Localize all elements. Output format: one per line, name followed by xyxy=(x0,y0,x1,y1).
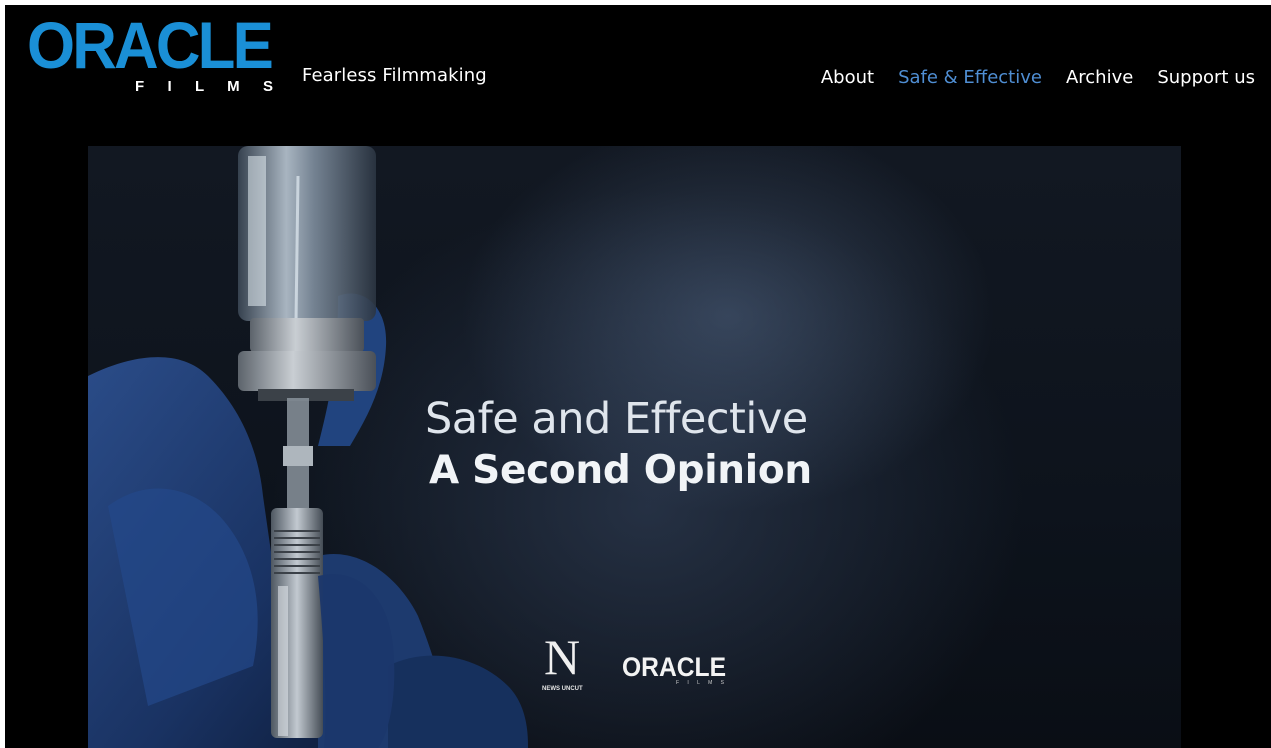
main-nav: About Safe & Effective Archive Support u… xyxy=(797,67,1255,89)
hero-banner[interactable]: Safe and Effective A Second Opinion N NE… xyxy=(88,146,1181,748)
oracle-films-logo-graphic: ORACLE F I L M S xyxy=(27,13,275,95)
site-tagline: Fearless Filmmaking xyxy=(302,65,487,86)
oracle-films-logo[interactable]: ORACLE F I L M S xyxy=(27,13,277,95)
hero-title-line2: A Second Opinion xyxy=(429,448,812,493)
oracle-small-wordmark: ORACLE xyxy=(622,652,726,682)
news-uncut-logo: N NEWS UNCUT xyxy=(542,629,583,692)
nav-item-safe-effective[interactable]: Safe & Effective xyxy=(874,67,1042,89)
nav-item-about[interactable]: About xyxy=(797,67,874,89)
partner-logos-graphic: N NEWS UNCUT ORACLE FILMS xyxy=(542,629,726,692)
nav-item-support-us[interactable]: Support us xyxy=(1133,67,1255,89)
partner-logos: N NEWS UNCUT ORACLE FILMS xyxy=(542,624,742,694)
news-uncut-mark: N xyxy=(544,629,580,685)
logo-wordmark: ORACLE xyxy=(27,13,272,82)
news-uncut-text: NEWS UNCUT xyxy=(542,686,583,692)
site-container: ORACLE F I L M S Fearless Filmmaking Abo… xyxy=(5,5,1271,748)
hero-title-line1: Safe and Effective xyxy=(425,394,808,444)
page: ORACLE F I L M S Fearless Filmmaking Abo… xyxy=(0,0,1271,748)
oracle-films-small-logo: ORACLE FILMS xyxy=(622,652,726,686)
nav-item-archive[interactable]: Archive xyxy=(1042,67,1133,89)
